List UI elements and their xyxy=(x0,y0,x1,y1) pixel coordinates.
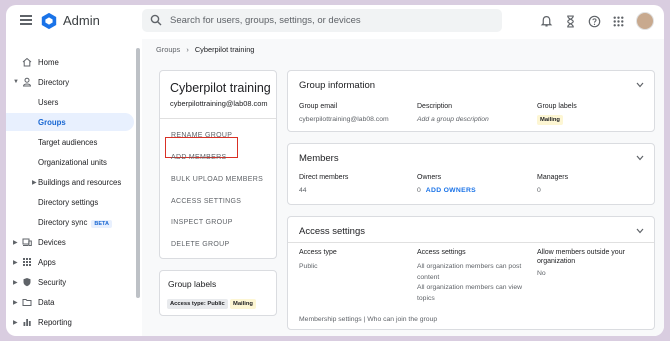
chevron-down-icon[interactable] xyxy=(636,82,644,88)
owners-value: 0 xyxy=(417,187,421,194)
group-labels-title: Group labels xyxy=(168,279,217,289)
avatar[interactable] xyxy=(636,12,654,30)
add-owners-link[interactable]: ADD OWNERS xyxy=(426,187,476,194)
search-icon xyxy=(150,14,162,26)
sidebar-item-label: Target audiences xyxy=(38,137,98,147)
sidebar-item-label: Devices xyxy=(38,237,66,247)
divider xyxy=(288,242,654,243)
caret-right-icon[interactable]: ▶ xyxy=(32,179,37,186)
caret-right-icon[interactable]: ▶ xyxy=(13,299,18,306)
breadcrumb-separator: › xyxy=(186,45,189,54)
admin-window: Admin Search for users, groups, settings… xyxy=(6,5,664,336)
access-settings-line: All organization members can post xyxy=(417,263,522,270)
apps-grid-icon[interactable] xyxy=(612,15,625,28)
security-shield-icon xyxy=(23,278,31,287)
inspect-group-button[interactable]: INSPECT GROUP xyxy=(171,219,233,226)
breadcrumb-groups-link[interactable]: Groups xyxy=(156,45,180,54)
sidebar-item-label: Users xyxy=(38,97,59,107)
admin-logo-icon xyxy=(41,12,57,30)
delete-group-button[interactable]: DELETE GROUP xyxy=(171,241,229,248)
folder-icon xyxy=(22,299,32,306)
apps-icon xyxy=(23,258,31,266)
devices-icon xyxy=(22,238,32,246)
mailing-chip: Mailing xyxy=(537,115,563,125)
group-summary-card: Cyberpilot training cyberpilottraining@l… xyxy=(159,70,277,259)
add-members-button[interactable]: ADD MEMBERS xyxy=(171,154,226,161)
managers-label: Managers xyxy=(537,174,569,181)
sidebar-item-label: Reporting xyxy=(38,317,72,327)
group-labels-card: Group labels Access type: Public Mailing xyxy=(159,270,277,316)
sidebar-item-label: Home xyxy=(38,57,59,67)
allow-outside-value: No xyxy=(537,270,546,277)
app-title: Admin xyxy=(63,13,100,28)
sidebar-item-label: Data xyxy=(38,297,55,307)
membership-settings-footer[interactable]: Membership settings | Who can join the g… xyxy=(299,316,437,323)
group-name: Cyberpilot training xyxy=(170,81,271,95)
notifications-icon[interactable] xyxy=(540,15,553,28)
chevron-down-icon[interactable] xyxy=(636,228,644,234)
access-type-label: Access type xyxy=(299,249,337,256)
access-settings-label: Access settings xyxy=(417,249,466,256)
members-card: Members Direct members 44 Owners 0 ADD OW… xyxy=(287,143,655,205)
sidebar-item-label: Groups xyxy=(38,117,66,127)
access-settings-line: content xyxy=(417,274,440,281)
group-email-label: Group email xyxy=(299,103,338,110)
person-icon xyxy=(22,77,32,87)
access-settings-button[interactable]: ACCESS SETTINGS xyxy=(171,198,241,205)
group-labels-label: Group labels xyxy=(537,103,577,110)
access-settings-line: All organization members can view xyxy=(417,284,523,291)
search-bar[interactable]: Search for users, groups, settings, or d… xyxy=(142,9,502,32)
direct-members-label: Direct members xyxy=(299,174,349,181)
access-type-value: Public xyxy=(299,263,318,270)
sidebar-item-label: Directory xyxy=(38,77,70,87)
sidebar-item-label: Buildings and resources xyxy=(38,177,122,187)
sidebar-item-groups[interactable]: Groups xyxy=(6,113,134,131)
members-title: Members xyxy=(299,153,339,164)
divider xyxy=(160,118,276,119)
breadcrumb-current: Cyberpilot training xyxy=(194,45,255,54)
main-content: Groups › Cyberpilot training Cyberpilot … xyxy=(142,39,664,336)
access-type-chip: Access type: Public xyxy=(167,299,228,309)
managers-value: 0 xyxy=(537,187,541,194)
help-icon[interactable] xyxy=(588,15,601,28)
menu-icon[interactable] xyxy=(20,15,32,25)
reporting-bar-chart-icon xyxy=(23,319,31,326)
group-email: cyberpilottraining@lab08.com xyxy=(170,99,268,108)
beta-badge: BETA xyxy=(91,219,112,228)
caret-right-icon[interactable]: ▶ xyxy=(13,319,18,326)
sidebar-item-label: Directory settings xyxy=(38,197,99,207)
access-settings-card: Access settings Access type Public Acces… xyxy=(287,216,655,330)
tasks-hourglass-icon[interactable] xyxy=(564,14,577,28)
group-information-card: Group information Group email cyberpilot… xyxy=(287,70,655,132)
direct-members-value: 44 xyxy=(299,187,307,194)
group-email-value: cyberpilottraining@lab08.com xyxy=(299,116,389,123)
caret-right-icon[interactable]: ▶ xyxy=(13,279,18,286)
allow-outside-label: Allow members outside your xyxy=(537,249,625,256)
mailing-chip: Mailing xyxy=(230,299,256,309)
home-icon xyxy=(22,57,32,67)
chevron-down-icon[interactable] xyxy=(636,155,644,161)
caret-right-icon[interactable]: ▶ xyxy=(13,259,18,266)
caret-down-icon[interactable]: ▼ xyxy=(13,79,19,85)
caret-right-icon[interactable]: ▶ xyxy=(13,239,18,246)
breadcrumb: Groups › Cyberpilot training xyxy=(156,45,254,54)
sidebar-scrollbar[interactable] xyxy=(136,48,140,298)
search-input[interactable]: Search for users, groups, settings, or d… xyxy=(170,15,361,26)
top-bar: Admin Search for users, groups, settings… xyxy=(6,5,664,39)
sidebar-item-label: Apps xyxy=(38,257,56,267)
access-settings-title: Access settings xyxy=(299,226,365,237)
bulk-upload-members-button[interactable]: BULK UPLOAD MEMBERS xyxy=(171,176,263,183)
sidebar: Home ▼ Directory Users Groups Target aud… xyxy=(6,43,140,336)
group-information-title: Group information xyxy=(299,80,376,91)
description-value[interactable]: Add a group description xyxy=(417,116,489,123)
sidebar-item-label: Security xyxy=(38,277,67,287)
owners-label: Owners xyxy=(417,174,442,181)
sidebar-item-label: Organizational units xyxy=(38,157,107,167)
allow-outside-label: organization xyxy=(537,258,576,265)
description-label: Description xyxy=(417,103,453,110)
sidebar-item-label: Directory sync xyxy=(38,217,88,227)
access-settings-line: topics xyxy=(417,295,435,302)
